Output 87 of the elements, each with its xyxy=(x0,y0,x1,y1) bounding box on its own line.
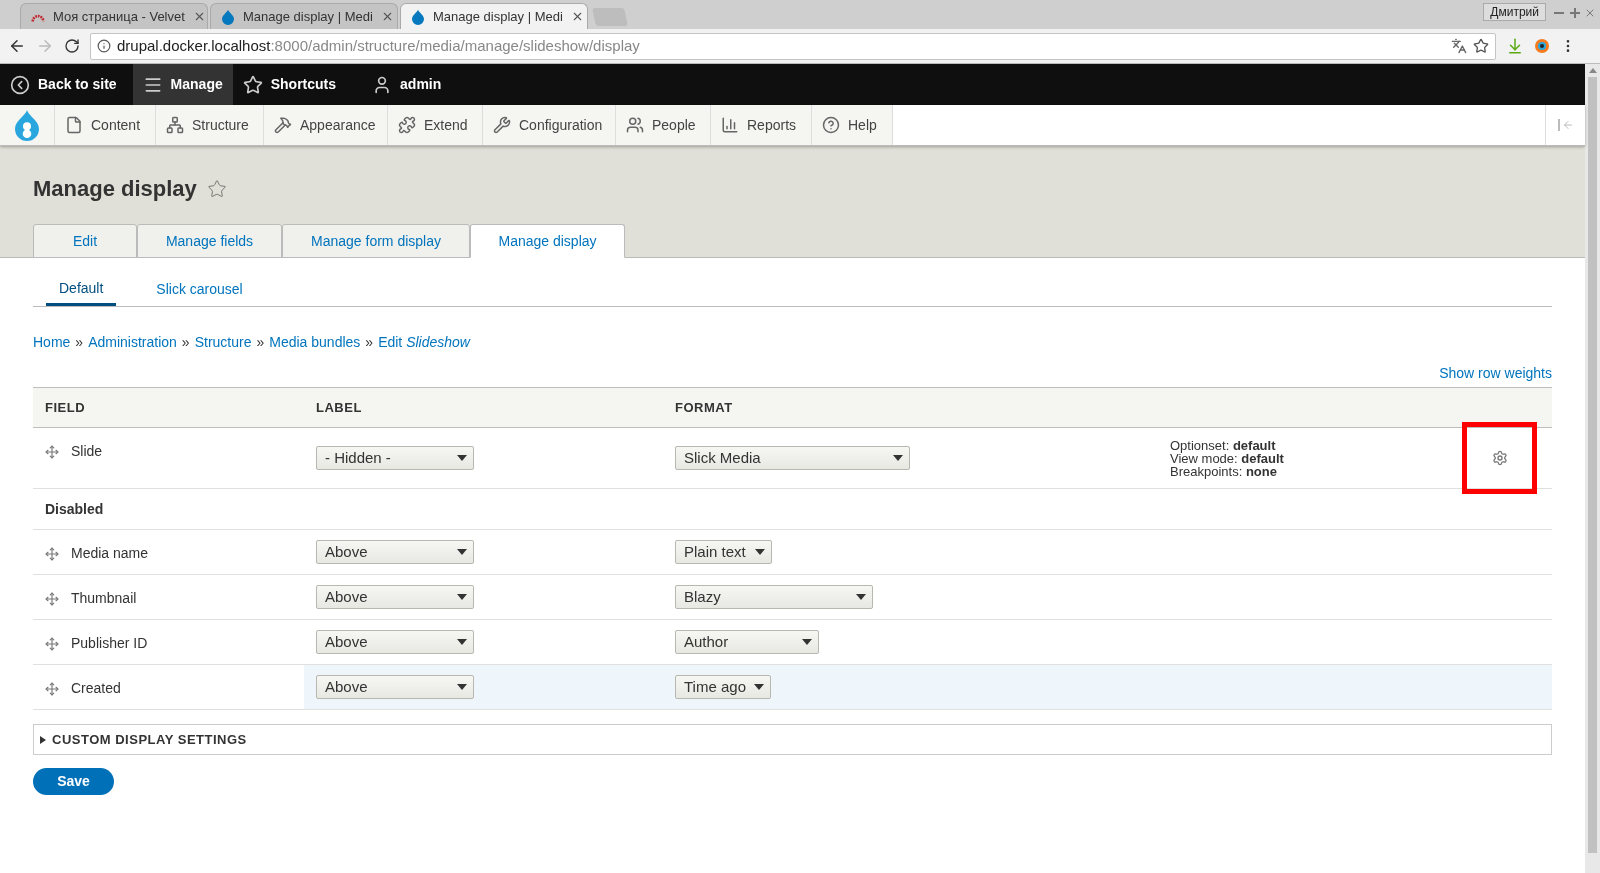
star-icon xyxy=(242,74,263,95)
close-window-icon[interactable] xyxy=(1584,7,1596,19)
download-icon[interactable] xyxy=(1506,37,1524,55)
secondary-tab[interactable]: Slick carousel xyxy=(143,273,256,306)
toolbar-item[interactable]: admin xyxy=(362,64,452,105)
primary-tab[interactable]: Manage display xyxy=(470,224,625,258)
column-header: FIELD xyxy=(33,387,304,428)
drop-logo-icon xyxy=(411,8,425,25)
label-select[interactable]: - Hidden - xyxy=(316,446,474,470)
bookmark-star-icon[interactable] xyxy=(1473,38,1489,54)
format-select[interactable]: Time ago xyxy=(675,675,771,699)
label-select[interactable]: Above xyxy=(316,675,474,699)
primary-tab[interactable]: Edit xyxy=(33,224,137,258)
maximize-icon[interactable] xyxy=(1570,8,1580,18)
page-title: Manage display xyxy=(33,175,197,203)
breadcrumb-link[interactable]: Home xyxy=(33,332,71,353)
format-select[interactable]: Slick Media xyxy=(675,446,910,470)
breadcrumb-link[interactable]: Edit Slideshow xyxy=(378,332,470,353)
drag-handle-icon[interactable] xyxy=(45,591,59,606)
address-field[interactable]: drupal.docker.localhost:8000/admin/structure/media/manage/slideshow/display xyxy=(90,32,1496,60)
field-name: Publisher ID xyxy=(71,634,148,653)
label-select[interactable]: Above xyxy=(316,585,474,609)
field-name: Created xyxy=(71,679,121,698)
label-select[interactable]: Above xyxy=(316,630,474,654)
colorful-circle-icon[interactable] xyxy=(1534,38,1550,54)
admin-menu-item[interactable]: Structure xyxy=(156,105,264,145)
admin-menu-item[interactable]: Extend xyxy=(388,105,483,145)
wrench-icon xyxy=(493,116,511,134)
field-name: Media name xyxy=(71,544,149,563)
puzzle-icon xyxy=(398,116,416,134)
toolbar-item[interactable]: Manage xyxy=(132,64,233,105)
drag-handle-icon[interactable] xyxy=(45,636,59,651)
browser-tab[interactable]: Manage display | Medi xyxy=(400,3,588,29)
hammer-icon xyxy=(274,116,292,134)
custom-display-settings[interactable]: CUSTOM DISPLAY SETTINGS xyxy=(33,724,1552,755)
format-select[interactable]: Blazy xyxy=(675,585,873,609)
translate-icon[interactable] xyxy=(1451,38,1467,54)
show-row-weights-link[interactable]: Show row weights xyxy=(1439,363,1552,384)
drupal-logo[interactable] xyxy=(13,109,41,141)
toolbar-item[interactable]: Back to site xyxy=(0,64,133,105)
reload-icon[interactable] xyxy=(64,38,80,54)
breadcrumb-separator: » xyxy=(256,333,265,352)
save-button[interactable]: Save xyxy=(33,768,114,795)
admin-menu-item[interactable]: Content xyxy=(55,105,156,145)
format-select[interactable]: Author xyxy=(675,630,819,654)
profile-button[interactable]: Дмитрий xyxy=(1483,3,1546,21)
browser-tab[interactable]: Manage display | Medi xyxy=(210,3,398,29)
breadcrumb-link[interactable]: Media bundles xyxy=(269,332,361,353)
breadcrumb-link[interactable]: Structure xyxy=(194,332,252,353)
people-icon xyxy=(626,116,644,134)
admin-menu-item[interactable]: Configuration xyxy=(483,105,616,145)
primary-tab[interactable]: Manage form display xyxy=(282,224,470,258)
toolbar-item[interactable]: Shortcuts xyxy=(232,64,363,105)
breadcrumb-link[interactable]: Administration xyxy=(88,332,177,353)
help-icon xyxy=(822,116,840,134)
breadcrumb-separator: » xyxy=(365,333,374,352)
drop-logo-icon xyxy=(221,8,235,25)
hierarchy-icon xyxy=(166,116,184,134)
primary-tab[interactable]: Manage fields xyxy=(137,224,282,258)
secondary-tab[interactable]: Default xyxy=(46,273,117,306)
info-icon xyxy=(97,39,111,53)
format-select[interactable]: Plain text xyxy=(675,540,772,564)
label-select[interactable]: Above xyxy=(316,540,474,564)
drag-handle-icon[interactable] xyxy=(45,444,59,459)
scrollbar[interactable] xyxy=(1585,64,1600,873)
column-header: LABEL xyxy=(304,387,663,428)
region-title: Disabled xyxy=(45,500,104,517)
browser-tab[interactable]: Моя страница - Velvet xyxy=(20,3,208,29)
format-summary: Optionset: default xyxy=(1170,438,1277,452)
breadcrumb-separator: » xyxy=(181,333,190,352)
drag-handle-icon[interactable] xyxy=(45,681,59,696)
admin-menu-item[interactable]: Appearance xyxy=(264,105,388,145)
column-header: FORMAT xyxy=(663,387,1170,428)
admin-menu-item[interactable]: Reports xyxy=(711,105,812,145)
format-summary: Breakpoints: none xyxy=(1170,464,1278,478)
shortcut-star-icon[interactable] xyxy=(206,178,227,199)
format-summary: View mode: default xyxy=(1170,451,1285,465)
admin-menu-item[interactable]: Help xyxy=(812,105,893,145)
field-name: Slide xyxy=(71,442,103,461)
settings-gear-icon[interactable] xyxy=(1491,450,1508,466)
admin-menu-item[interactable]: People xyxy=(616,105,711,145)
document-icon xyxy=(65,116,83,134)
bar-chart-icon xyxy=(721,116,739,134)
field-name: Thumbnail xyxy=(71,589,137,608)
drag-handle-icon[interactable] xyxy=(45,546,59,561)
breadcrumb-separator: » xyxy=(75,333,84,352)
back-icon[interactable] xyxy=(8,37,26,55)
